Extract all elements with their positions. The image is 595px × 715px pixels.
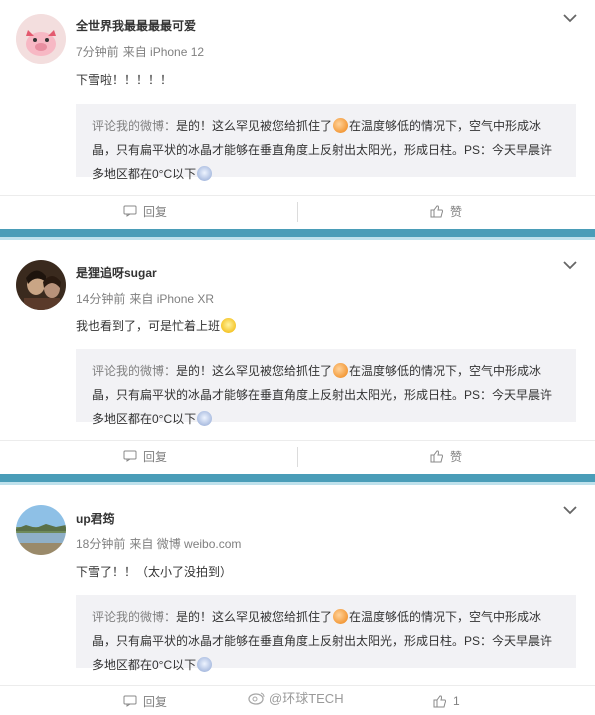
quote-line: 晶，只有扁平状的冰晶才能够在垂直角度上反射出太阳光，形成日柱。PS：今天早晨许 [92,634,553,648]
avatar-pig-icon [16,14,66,64]
post-meta: 18分钟前 来自 微博 weibo.com [76,535,245,552]
quote-text: 在温度够低的情况下，空气中形成冰 [349,119,542,133]
section-separator [0,474,595,482]
thumbs-up-icon [433,695,446,707]
like-count: 1 [453,694,460,708]
post-meta: 7分钟前 来自 iPhone 12 [76,43,208,60]
comment-card: up君筠 18分钟前 来自 微博 weibo.com 下雪了！！（太小了没拍到） … [0,485,595,715]
comment-actions: 回复 赞 [0,195,595,225]
quote-label: 评论我的微博： [92,610,177,624]
emoji-face-icon [333,118,349,133]
quote-line: 晶，只有扁平状的冰晶才能够在垂直角度上反射出太阳光，形成日柱。PS：今天早晨许 [92,143,553,157]
post-source: 来自 iPhone 12 [122,45,205,59]
quote-text: 在温度够低的情况下，空气中形成冰 [349,610,542,624]
quote-line: 评论我的微博：是的！这么罕见被您给抓住了 在温度够低的情况下，空气中形成冰 [92,605,566,629]
quote-text: 多地区都在0°C以下 [92,412,197,426]
post-source: 来自 iPhone XR [129,292,215,306]
divider [297,202,298,222]
reply-icon [123,695,137,707]
reply-button[interactable]: 回复 [123,196,167,226]
chevron-down-icon[interactable] [563,13,577,23]
quote-text: 多地区都在0°C以下 [92,658,197,672]
like-button[interactable]: 赞 [430,196,462,226]
like-label: 赞 [450,449,463,464]
reply-button[interactable]: 回复 [123,441,167,471]
post-source: 来自 微博 weibo.com [129,537,242,551]
watermark: @环球TECH [248,688,344,707]
quote-text: 在温度够低的情况下，空气中形成冰 [349,364,542,378]
comment-text-body: 我也看到了，可是忙着上班 [76,319,221,333]
quoted-post[interactable]: 评论我的微博：是的！这么罕见被您给抓住了 在温度够低的情况下，空气中形成冰 晶，只… [76,104,576,181]
quote-line: 晶，只有扁平状的冰晶才能够在垂直角度上反射出太阳光，形成日柱。PS：今天早晨许 [92,388,553,402]
section-separator [0,229,595,237]
emoji-cry-icon [197,166,213,181]
reply-icon [123,450,137,462]
quote-label: 评论我的微博： [92,119,177,133]
avatar-portrait-icon [16,260,66,310]
avatar[interactable] [16,505,66,555]
like-button[interactable]: 赞 [430,441,462,471]
emoji-face-icon [333,609,349,624]
quote-line: 评论我的微博：是的！这么罕见被您给抓住了 在温度够低的情况下，空气中形成冰 [92,114,566,138]
username[interactable]: up君筠 [76,510,115,527]
emoji-laugh-icon [221,318,237,333]
username[interactable]: 全世界我最最最最可爱 [76,17,196,34]
thumbs-up-icon [430,205,443,217]
thumbs-up-icon [430,450,443,462]
reply-label: 回复 [143,449,168,464]
comment-card: 是狸追呀sugar 14分钟前 来自 iPhone XR 我也看到了，可是忙着上班… [0,240,595,473]
watermark-text: @环球TECH [269,691,344,706]
quote-text: 是的！这么罕见被您给抓住了 [176,119,333,133]
avatar-landscape-icon [16,505,66,555]
comment-actions: 回复 赞 [0,440,595,470]
quoted-post[interactable]: 评论我的微博：是的！这么罕见被您给抓住了 在温度够低的情况下，空气中形成冰 晶，只… [76,349,576,426]
quote-text: 是的！这么罕见被您给抓住了 [176,364,333,378]
reply-label: 回复 [143,204,168,219]
weibo-logo-icon [248,692,265,705]
quote-line: 评论我的微博：是的！这么罕见被您给抓住了 在温度够低的情况下，空气中形成冰 [92,359,566,383]
comment-text: 我也看到了，可是忙着上班 [76,317,237,334]
like-label: 赞 [450,204,463,219]
emoji-face-icon [333,363,349,378]
post-time: 7分钟前 [76,45,119,59]
comment-text: 下雪了！！（太小了没拍到） [76,565,233,579]
quote-text: 是的！这么罕见被您给抓住了 [176,610,333,624]
reply-icon [123,205,137,217]
emoji-cry-icon [197,657,213,672]
username[interactable]: 是狸追呀sugar [76,264,157,281]
quote-text: 多地区都在0°C以下 [92,167,197,181]
comment-text: 下雪啦！！！！！ [76,73,173,87]
emoji-cry-icon [197,411,213,426]
comment-card: 全世界我最最最最可爱 7分钟前 来自 iPhone 12 下雪啦！！！！！ 评论我… [0,0,595,228]
quote-line: 多地区都在0°C以下 [92,162,566,186]
avatar[interactable] [16,14,66,64]
divider [297,447,298,467]
post-meta: 14分钟前 来自 iPhone XR [76,290,218,307]
quote-label: 评论我的微博： [92,364,177,378]
reply-label: 回复 [143,694,168,709]
reply-button[interactable]: 回复 [123,686,167,715]
post-time: 18分钟前 [76,537,126,551]
like-button[interactable]: 1 [433,686,460,715]
chevron-down-icon[interactable] [563,260,577,270]
chevron-down-icon[interactable] [563,505,577,515]
quote-line: 多地区都在0°C以下 [92,653,566,677]
avatar[interactable] [16,260,66,310]
quoted-post[interactable]: 评论我的微博：是的！这么罕见被您给抓住了 在温度够低的情况下，空气中形成冰 晶，只… [76,595,576,672]
post-time: 14分钟前 [76,292,126,306]
quote-line: 多地区都在0°C以下 [92,407,566,431]
